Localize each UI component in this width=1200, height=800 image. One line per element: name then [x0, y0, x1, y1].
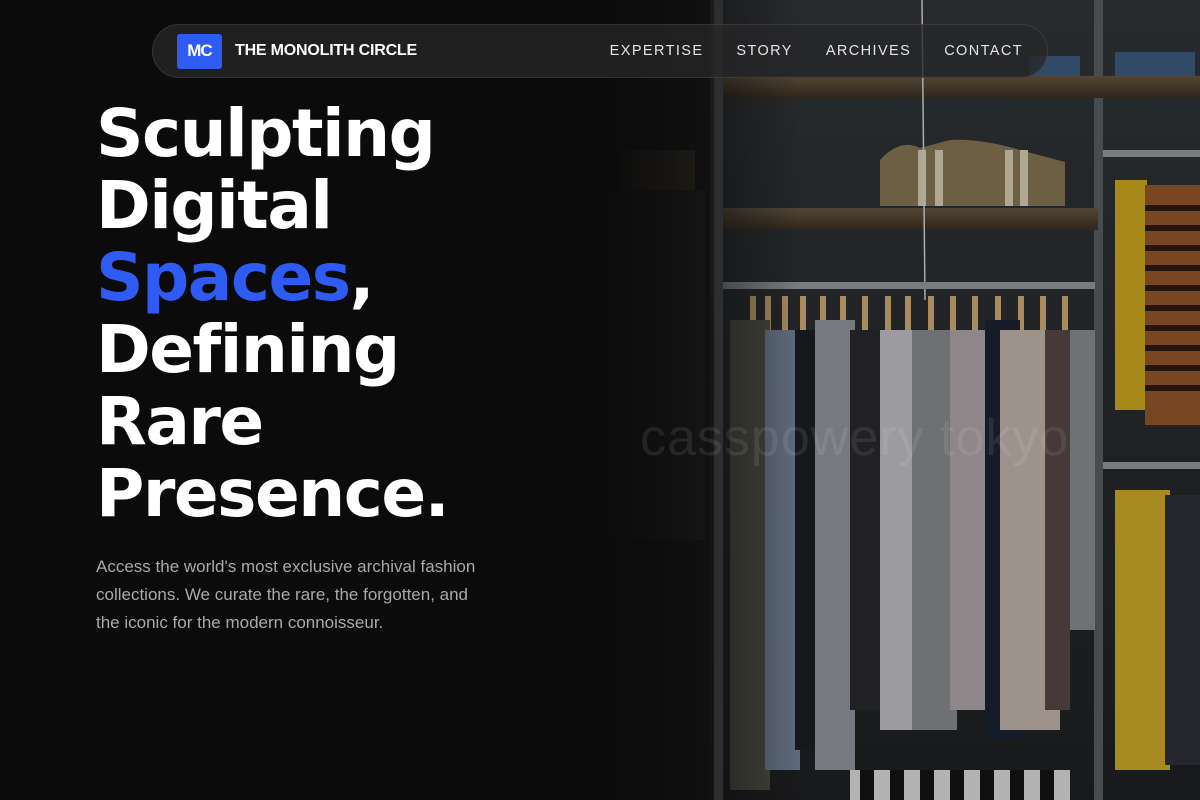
image-watermark: casspowery tokyo — [640, 409, 1070, 467]
top-navigation: MC THE MONOLITH CIRCLE EXPERTISE STORY A… — [152, 24, 1048, 78]
hero-headline: Sculpting Digital Spaces, Defining Rare … — [96, 98, 596, 530]
brand-home-link[interactable]: MC THE MONOLITH CIRCLE — [177, 33, 417, 69]
headline-line: Digital — [96, 167, 333, 244]
nav-links: EXPERTISE STORY ARCHIVES CONTACT — [610, 43, 1023, 59]
brand-name: THE MONOLITH CIRCLE — [235, 42, 417, 59]
logo-icon: MC — [177, 33, 222, 69]
nav-link-contact[interactable]: CONTACT — [944, 43, 1023, 59]
headline-accent-word: Spaces — [96, 239, 351, 316]
hero-description: Access the world's most exclusive archiv… — [96, 557, 476, 632]
headline-line: Rare — [96, 383, 264, 460]
nav-link-expertise[interactable]: EXPERTISE — [610, 43, 704, 59]
nav-link-archives[interactable]: ARCHIVES — [826, 43, 911, 59]
headline-line-accent-row: Spaces, — [96, 242, 596, 314]
headline-line: Defining — [96, 311, 400, 388]
headline-comma: , — [349, 239, 375, 316]
nav-link-story[interactable]: STORY — [736, 43, 792, 59]
headline-line: Presence. — [96, 455, 450, 532]
hero-image — [600, 0, 1200, 800]
headline-line: Sculpting — [96, 95, 436, 172]
